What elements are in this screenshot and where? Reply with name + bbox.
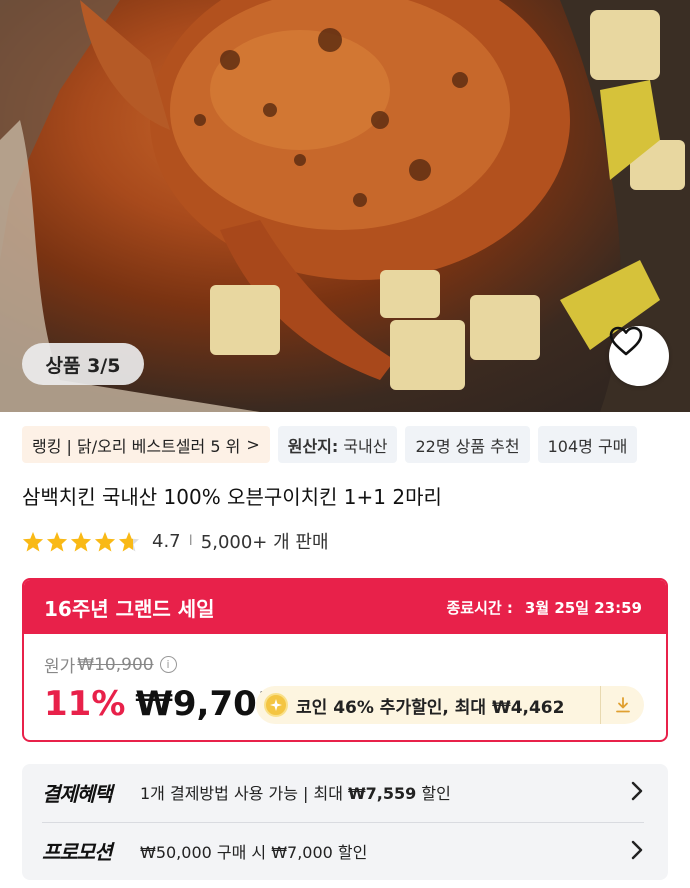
sale-header: 16주년 그랜드 세일 종료시간 : 3월 25일 23:59 bbox=[24, 580, 666, 634]
ranking-chip[interactable]: 랭킹 | 닭/오리 베스트셀러 5 위 > bbox=[22, 426, 270, 463]
product-title: 삼백치킨 국내산 100% 오븐구이치킨 1+1 2마리 bbox=[22, 485, 442, 509]
favorite-button[interactable] bbox=[609, 326, 669, 386]
star-half-icon bbox=[118, 531, 140, 552]
coin-icon bbox=[264, 693, 288, 717]
sale-end-value: 3월 25일 23:59 bbox=[524, 598, 642, 617]
download-coupon-button[interactable] bbox=[600, 686, 644, 724]
star-icon bbox=[22, 531, 44, 552]
sale-end-time: 종료시간 : 3월 25일 23:59 bbox=[446, 597, 642, 618]
price-row: 11% ₩9,701 bbox=[44, 684, 280, 724]
payment-benefit-post: 할인 bbox=[416, 784, 451, 803]
promotion-row[interactable]: 프로모션 ₩50,000 구매 시 ₩7,000 할인 bbox=[42, 822, 644, 878]
coin-discount-banner[interactable]: 코인 46% 추가할인, 최대 ₩4,462 bbox=[256, 686, 644, 724]
promotion-label: 프로모션 bbox=[42, 840, 113, 864]
buyers-chip: 104명 구매 bbox=[537, 426, 638, 463]
payment-benefit-text: 1개 결제방법 사용 가능 | 최대 ₩7,559 할인 bbox=[140, 780, 451, 804]
coin-discount-text: 코인 46% 추가할인, 최대 ₩4,462 bbox=[296, 697, 565, 718]
rating-value: 4.7 bbox=[152, 530, 181, 552]
info-icon[interactable]: i bbox=[159, 656, 177, 673]
sale-box: 16주년 그랜드 세일 종료시간 : 3월 25일 23:59 원가 ₩10,90… bbox=[22, 578, 668, 742]
origin-value: 국내산 bbox=[343, 436, 388, 456]
payment-benefit-label: 결제혜택 bbox=[42, 781, 113, 806]
sold-count: 5,000+ 개 판매 bbox=[200, 532, 329, 553]
sale-name: 16주년 그랜드 세일 bbox=[44, 596, 215, 621]
promotion-text: ₩50,000 구매 시 ₩7,000 할인 bbox=[140, 842, 368, 862]
rating-row[interactable]: 4.7 I 5,000+ 개 판매 bbox=[22, 529, 329, 553]
heart-outline-icon bbox=[609, 326, 643, 356]
image-counter-badge: 상품 3/5 bbox=[22, 343, 144, 385]
payment-benefit-row[interactable]: 결제혜택 1개 결제방법 사용 가능 | 최대 ₩7,559 할인 bbox=[42, 764, 644, 820]
recommend-chip: 22명 상품 추천 bbox=[405, 426, 530, 463]
product-image[interactable]: 상품 3/5 bbox=[0, 0, 690, 412]
ranking-label: 랭킹 | 닭/오리 베스트셀러 5 위 bbox=[32, 436, 241, 456]
star-icon bbox=[94, 531, 116, 552]
sale-end-label: 종료시간 : bbox=[446, 598, 513, 617]
chevron-right-icon: > bbox=[246, 435, 260, 454]
origin-chip: 원산지: 국내산 bbox=[277, 426, 398, 463]
download-icon bbox=[615, 697, 630, 713]
original-price-row: 원가 ₩10,900 i bbox=[44, 652, 177, 677]
payment-benefit-amount: ₩7,559 bbox=[348, 784, 417, 803]
payment-benefit-pre: 1개 결제방법 사용 가능 | 최대 bbox=[140, 784, 349, 803]
original-price-label: 원가 bbox=[44, 657, 76, 677]
star-icon bbox=[70, 531, 92, 552]
product-info-chips: 랭킹 | 닭/오리 베스트셀러 5 위 > 원산지: 국내산 22명 상품 추천… bbox=[22, 426, 638, 463]
origin-label: 원산지: bbox=[287, 436, 339, 456]
original-price: ₩10,900 bbox=[77, 654, 154, 675]
discount-percent: 11% bbox=[44, 684, 126, 724]
benefits-panel: 결제혜택 1개 결제방법 사용 가능 | 최대 ₩7,559 할인 프로모션 ₩… bbox=[22, 764, 668, 880]
rating-separator: I bbox=[188, 533, 193, 549]
star-icon bbox=[46, 531, 68, 552]
chevron-right-icon bbox=[631, 840, 643, 860]
chevron-right-icon bbox=[631, 781, 643, 801]
star-rating bbox=[22, 531, 140, 552]
